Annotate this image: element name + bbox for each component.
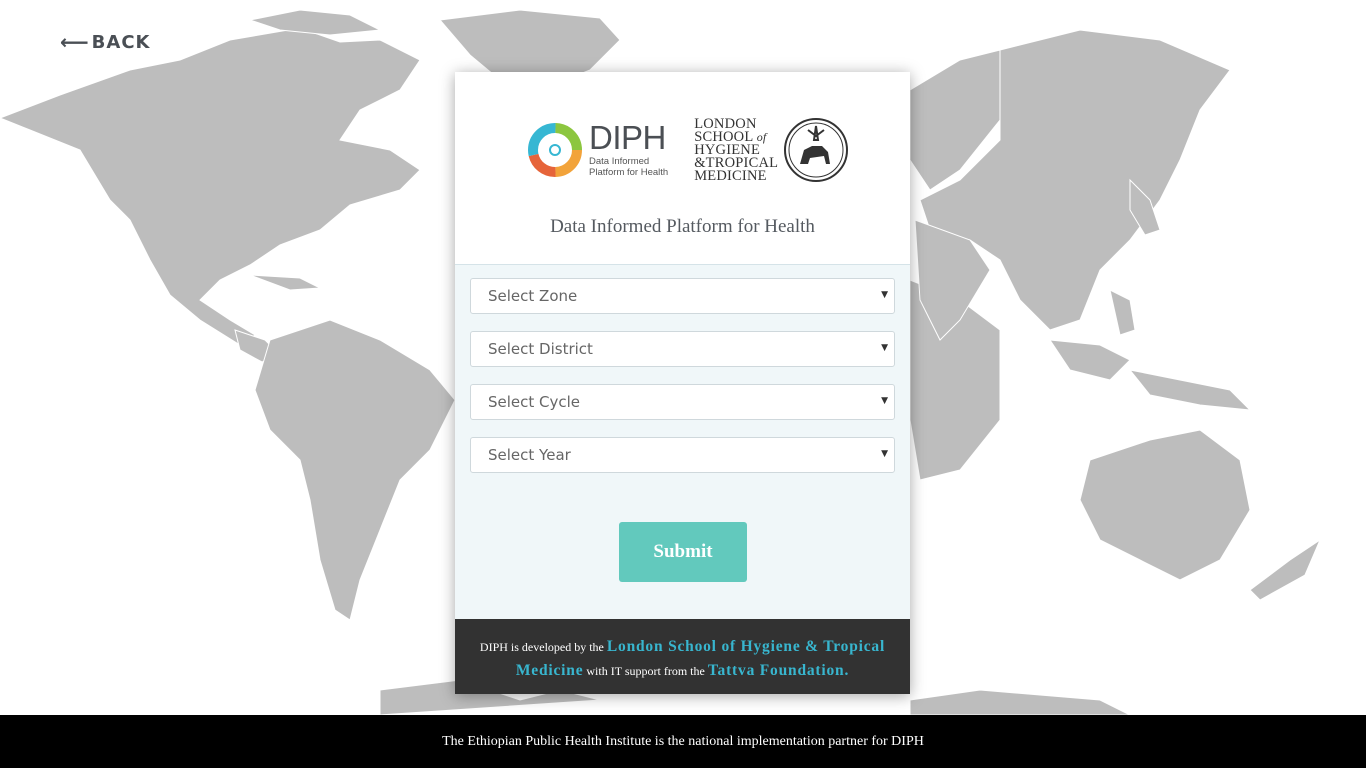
lshtm-logo-text: LONDON SCHOOL of HYGIENE &TROPICAL MEDIC… — [694, 116, 778, 184]
zone-select-value: Select Zone — [488, 287, 578, 305]
diph-ring-icon — [528, 123, 582, 177]
footer-text-developed: DIPH is developed by the — [479, 640, 604, 654]
cycle-select-value: Select Cycle — [488, 393, 581, 411]
lshtm-line5: MEDICINE — [694, 167, 767, 184]
lshtm-logo: LONDON SCHOOL of HYGIENE &TROPICAL MEDIC… — [694, 116, 850, 184]
diph-logo-subtitle-line2: Platform for Health — [589, 166, 669, 178]
diph-logo-title: DIPH — [589, 118, 666, 156]
chevron-down-icon: ▼ — [881, 290, 888, 300]
back-label: BACK — [91, 31, 151, 53]
chevron-down-icon: ▼ — [881, 449, 888, 459]
footer-text-support: with IT support from the — [586, 664, 705, 678]
tattva-link[interactable]: Tattva Foundation. — [708, 662, 849, 679]
district-select-value: Select District — [488, 340, 593, 358]
diph-logo-text: DIPH Data Informed Platform for Health — [589, 118, 668, 178]
partner-logos: DIPH Data Informed Platform for Health L… — [527, 116, 850, 184]
zone-select[interactable]: Select Zone ▼ — [470, 278, 895, 314]
diph-logo-subtitle: Data Informed Platform for Health — [589, 156, 668, 178]
submit-button[interactable]: Submit — [619, 522, 747, 582]
chevron-down-icon: ▼ — [881, 396, 888, 406]
cycle-select[interactable]: Select Cycle ▼ — [470, 384, 895, 420]
back-button[interactable]: ⟵ BACK — [60, 30, 150, 54]
diph-logo-subtitle-line1: Data Informed — [589, 155, 650, 167]
year-select-value: Select Year — [488, 446, 571, 464]
diph-logo: DIPH Data Informed Platform for Health — [527, 120, 668, 180]
filter-form: Select Zone ▼ Select District ▼ Select C… — [455, 265, 910, 473]
arrow-left-icon: ⟵ — [60, 30, 90, 54]
card-header: DIPH Data Informed Platform for Health L… — [455, 72, 910, 265]
partner-text: The Ethiopian Public Health Institute is… — [442, 733, 924, 749]
district-select[interactable]: Select District ▼ — [470, 331, 895, 367]
login-card: DIPH Data Informed Platform for Health L… — [455, 72, 910, 694]
page-subtitle: Data Informed Platform for Health — [550, 216, 815, 237]
page-footer: The Ethiopian Public Health Institute is… — [0, 715, 1366, 768]
card-footer: DIPH is developed by the London School o… — [455, 619, 910, 694]
year-select[interactable]: Select Year ▼ — [470, 437, 895, 473]
lshtm-crest-icon — [784, 118, 849, 182]
chevron-down-icon: ▼ — [881, 343, 888, 353]
